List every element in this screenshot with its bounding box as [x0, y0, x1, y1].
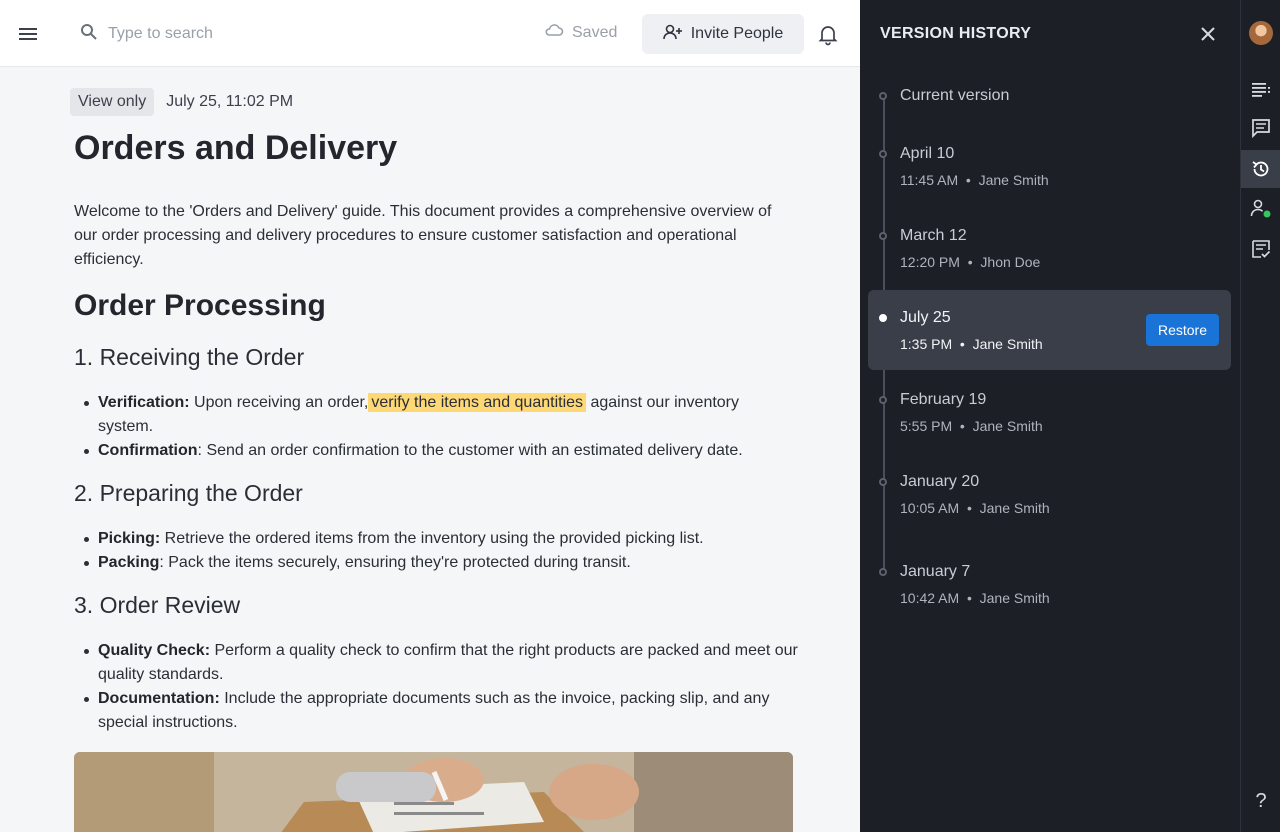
- comments-icon[interactable]: [1241, 109, 1280, 147]
- version-item[interactable]: March 12 12:20 PM • Jhon Doe: [868, 220, 1231, 280]
- cloud-icon: [544, 22, 564, 43]
- item-label: Quality Check:: [98, 642, 211, 659]
- version-item[interactable]: January 20 10:05 AM • Jane Smith: [868, 466, 1231, 526]
- version-meta: 5:55 PM • Jane Smith: [900, 418, 1043, 434]
- subheading-review: 3. Order Review: [74, 592, 241, 618]
- version-meta: 12:20 PM • Jhon Doe: [900, 254, 1041, 270]
- search-icon: [80, 23, 98, 46]
- item-label: Confirmation: [98, 442, 198, 459]
- version-label: Current version: [900, 87, 1010, 104]
- avatar[interactable]: [1249, 21, 1273, 45]
- version-meta: 1:35 PM • Jane Smith: [900, 336, 1043, 352]
- version-meta: 10:05 AM • Jane Smith: [900, 500, 1050, 516]
- saved-status: Saved: [544, 22, 617, 43]
- panel-title: VERSION HISTORY: [880, 25, 1032, 42]
- timeline-dot: [879, 150, 887, 158]
- version-date: July 25: [900, 309, 951, 326]
- timeline-dot: [879, 478, 887, 486]
- menu-icon[interactable]: [14, 20, 42, 48]
- top-bar: Saved Invite People: [0, 0, 860, 67]
- bell-icon[interactable]: [816, 22, 840, 46]
- version-date: January 7: [900, 563, 971, 580]
- item-text: Upon receiving an order,: [189, 394, 369, 411]
- tasks-icon[interactable]: [1241, 230, 1280, 268]
- item-label: Picking:: [98, 530, 161, 547]
- subheading-preparing: 2. Preparing the Order: [74, 480, 303, 506]
- view-only-badge: View only: [70, 88, 155, 116]
- timeline-dot: [879, 396, 887, 404]
- version-date: January 20: [900, 473, 980, 490]
- version-date: February 19: [900, 391, 987, 408]
- version-history-panel: VERSION HISTORY Current version April 10…: [860, 0, 1240, 832]
- version-item-selected[interactable]: July 25 1:35 PM • Jane Smith Restore: [868, 290, 1231, 370]
- saved-label: Saved: [572, 23, 618, 41]
- version-meta: 10:42 AM • Jane Smith: [900, 590, 1050, 606]
- item-text: : Pack the items securely, ensuring they…: [159, 554, 631, 571]
- version-current[interactable]: Current version: [868, 80, 1231, 114]
- version-date: April 10: [900, 145, 955, 162]
- item-text: : Send an order confirmation to the cust…: [197, 442, 743, 459]
- close-icon[interactable]: [1196, 22, 1220, 46]
- preparing-list: Picking: Retrieve the ordered items from…: [84, 527, 798, 575]
- collaborators-icon[interactable]: [1241, 190, 1280, 228]
- receiving-list: Verification: Upon receiving an order, ve…: [84, 391, 798, 463]
- list-item: Packing: Pack the items securely, ensuri…: [84, 551, 798, 575]
- highlighted-text: verify the items and quantities: [368, 393, 587, 412]
- list-item: Picking: Retrieve the ordered items from…: [84, 527, 798, 551]
- timeline-dot: [879, 232, 887, 240]
- document-title: Orders and Delivery: [74, 129, 398, 167]
- add-person-icon: [662, 23, 683, 46]
- timeline-dot: [879, 568, 887, 576]
- subheading-receiving: 1. Receiving the Order: [74, 344, 305, 370]
- item-text: Retrieve the ordered items from the inve…: [160, 530, 704, 547]
- right-rail: ?: [1240, 0, 1280, 832]
- version-item[interactable]: January 7 10:42 AM • Jane Smith: [868, 556, 1231, 616]
- timeline-dot: [879, 314, 887, 322]
- document-timestamp: July 25, 11:02 PM: [166, 93, 294, 110]
- version-item[interactable]: February 19 5:55 PM • Jane Smith: [868, 384, 1231, 444]
- restore-button[interactable]: Restore: [1145, 314, 1219, 346]
- document-image: [74, 752, 793, 832]
- list-item: Verification: Upon receiving an order, ve…: [84, 391, 798, 439]
- version-meta: 11:45 AM • Jane Smith: [900, 172, 1049, 188]
- item-label: Documentation:: [98, 690, 220, 707]
- section-heading: Order Processing: [74, 289, 326, 322]
- version-item[interactable]: April 10 11:45 AM • Jane Smith: [868, 138, 1231, 198]
- list-item: Confirmation: Send an order confirmation…: [84, 439, 798, 463]
- version-date: March 12: [900, 227, 967, 244]
- timeline-dot: [879, 92, 887, 100]
- list-item: Quality Check: Perform a quality check t…: [84, 639, 798, 687]
- invite-people-button[interactable]: Invite People: [642, 14, 804, 54]
- review-list: Quality Check: Perform a quality check t…: [84, 639, 798, 735]
- search-bar: [80, 20, 420, 48]
- history-icon[interactable]: [1241, 150, 1280, 188]
- help-icon[interactable]: ?: [1241, 790, 1280, 813]
- item-label: Verification:: [98, 394, 190, 411]
- document-meta: View only July 25, 11:02 PM: [70, 88, 293, 116]
- search-input[interactable]: [108, 25, 408, 43]
- intro-paragraph: Welcome to the 'Orders and Delivery' gui…: [74, 203, 772, 268]
- invite-label: Invite People: [690, 25, 784, 42]
- list-item: Documentation: Include the appropriate d…: [84, 687, 798, 735]
- outline-icon[interactable]: [1241, 70, 1280, 108]
- item-label: Packing: [98, 554, 160, 571]
